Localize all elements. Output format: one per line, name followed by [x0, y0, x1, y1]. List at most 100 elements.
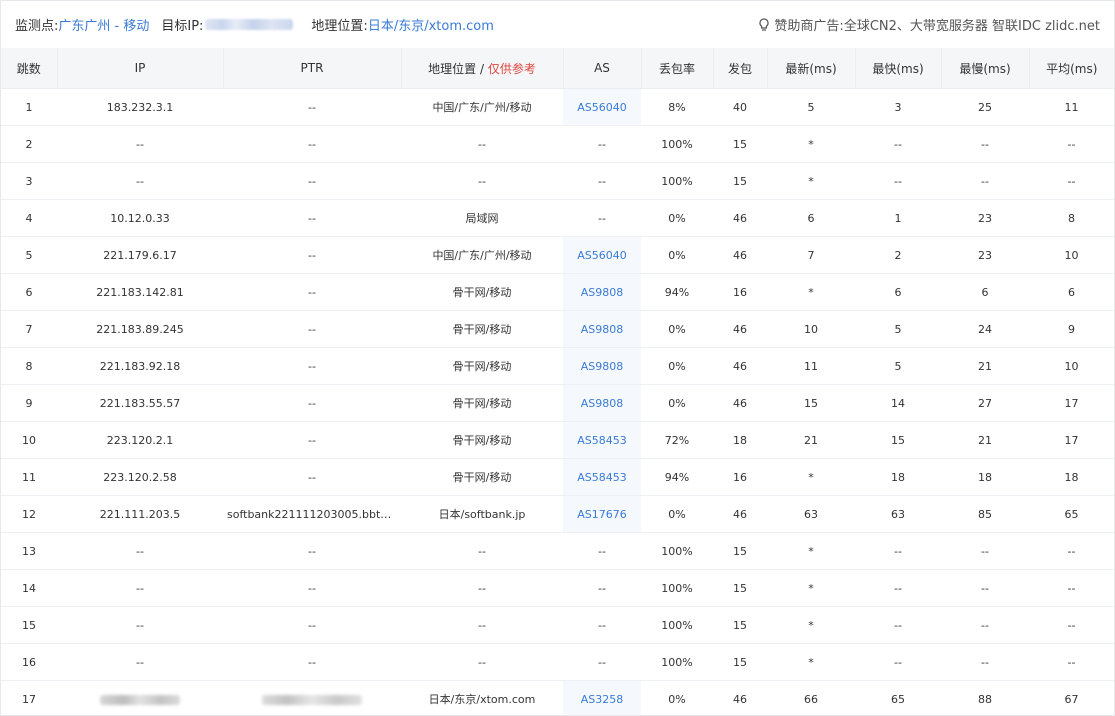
cell-loss: 100%: [641, 643, 713, 681]
cell-avg: 17: [1029, 421, 1114, 459]
cell-worst: --: [941, 125, 1029, 163]
cell-last: *: [767, 273, 855, 311]
cell-best: 14: [855, 384, 941, 422]
cell-ptr: --: [223, 347, 401, 385]
cell-ptr: --: [223, 569, 401, 607]
cell-last: *: [767, 606, 855, 644]
cell-last: 63: [767, 495, 855, 533]
cell-hop: 16: [1, 643, 57, 681]
cell-as[interactable]: AS9808: [563, 347, 641, 385]
cell-geo: 日本/softbank.jp: [401, 495, 563, 533]
table-row: 16 -- -- -- -- 100% 15 * -- -- --: [1, 643, 1114, 681]
cell-loss: 8%: [641, 88, 713, 126]
cell-ip: --: [57, 162, 223, 200]
cell-ptr: --: [223, 310, 401, 348]
cell-as: --: [563, 125, 641, 163]
cell-last: *: [767, 125, 855, 163]
sponsor-ad[interactable]: 赞助商广告: 全球CN2、大带宽服务器 智联IDC zlidc.net: [758, 15, 1100, 34]
cell-as[interactable]: AS3258: [563, 680, 641, 715]
cell-avg: 11: [1029, 88, 1114, 126]
cell-loss: 100%: [641, 162, 713, 200]
cell-as[interactable]: AS9808: [563, 310, 641, 348]
cell-worst: 88: [941, 680, 1029, 715]
cell-loss: 0%: [641, 495, 713, 533]
sponsor-text[interactable]: 全球CN2、大带宽服务器 智联IDC zlidc.net: [844, 15, 1100, 34]
cell-loss: 0%: [641, 310, 713, 348]
cell-worst: 6: [941, 273, 1029, 311]
cell-as[interactable]: AS9808: [563, 384, 641, 422]
cell-as: --: [563, 162, 641, 200]
cell-as[interactable]: AS56040: [563, 88, 641, 126]
cell-loss: 100%: [641, 532, 713, 570]
cell-sent: 16: [713, 273, 767, 311]
cell-best: --: [855, 125, 941, 163]
cell-sent: 46: [713, 495, 767, 533]
cell-sent: 40: [713, 88, 767, 126]
cell-ptr: softbank221111203005.bbtec...: [223, 495, 401, 533]
cell-avg: --: [1029, 162, 1114, 200]
monitor-label: 监测点:: [15, 19, 59, 34]
cell-ptr: --: [223, 384, 401, 422]
cell-loss: 100%: [641, 125, 713, 163]
table-row: 17 日本/东京/xtom.com AS3258 0% 46 66 65 88 67: [1, 680, 1114, 715]
cell-as[interactable]: AS58453: [563, 421, 641, 459]
monitor-value[interactable]: 广东广州 - 移动: [58, 15, 149, 34]
cell-loss: 100%: [641, 606, 713, 644]
cell-last: 5: [767, 88, 855, 126]
table-row: 5 221.179.6.17 -- 中国/广东/广州/移动 AS56040 0% 46 7 2 2…: [1, 236, 1114, 274]
cell-ip: --: [57, 643, 223, 681]
cell-worst: --: [941, 606, 1029, 644]
cell-hop: 2: [1, 125, 57, 163]
lightbulb-icon: [758, 17, 770, 32]
cell-ip: --: [57, 569, 223, 607]
col-geo-label: 地理位置 /: [428, 61, 488, 76]
cell-worst: 21: [941, 421, 1029, 459]
cell-as: --: [563, 199, 641, 237]
cell-best: 18: [855, 458, 941, 496]
cell-sent: 15: [713, 162, 767, 200]
col-ip: IP: [57, 48, 224, 89]
cell-geo: --: [401, 643, 563, 681]
cell-avg: 10: [1029, 236, 1114, 274]
cell-as[interactable]: AS17676: [563, 495, 641, 533]
cell-worst: 21: [941, 347, 1029, 385]
cell-best: --: [855, 532, 941, 570]
cell-as[interactable]: AS9808: [563, 273, 641, 311]
cell-ip: 223.120.2.58: [57, 458, 223, 496]
cell-loss: 100%: [641, 569, 713, 607]
cell-last: 6: [767, 199, 855, 237]
cell-worst: 85: [941, 495, 1029, 533]
cell-avg: 10: [1029, 347, 1114, 385]
table-row: 15 -- -- -- -- 100% 15 * -- -- --: [1, 606, 1114, 644]
col-hop: 跳数: [1, 48, 58, 89]
info-left: 监测点: 广东广州 - 移动 目标IP: 地理位置: 日本/东京/xtom.co…: [15, 15, 494, 34]
cell-hop: 5: [1, 236, 57, 274]
cell-avg: 6: [1029, 273, 1114, 311]
cell-as[interactable]: AS58453: [563, 458, 641, 496]
cell-hop: 17: [1, 680, 57, 715]
cell-worst: --: [941, 162, 1029, 200]
cell-ptr: [223, 680, 401, 715]
col-geo-note: 仅供参考: [487, 61, 536, 76]
traceroute-table: 跳数 IP PTR 地理位置 / 仅供参考 AS 丢包率 发包 最新(ms) 最…: [1, 48, 1114, 715]
cell-last: *: [767, 162, 855, 200]
cell-ip: 221.183.142.81: [57, 273, 223, 311]
cell-loss: 0%: [641, 236, 713, 274]
cell-sent: 46: [713, 199, 767, 237]
cell-avg: --: [1029, 606, 1114, 644]
cell-sent: 46: [713, 384, 767, 422]
cell-as: --: [563, 532, 641, 570]
table-row: 4 10.12.0.33 -- 局域网 -- 0% 46 6 1 23 8: [1, 199, 1114, 237]
cell-sent: 46: [713, 236, 767, 274]
cell-loss: 0%: [641, 680, 713, 715]
cell-loss: 0%: [641, 384, 713, 422]
cell-worst: 23: [941, 236, 1029, 274]
cell-ip: 221.111.203.5: [57, 495, 223, 533]
cell-ip: 10.12.0.33: [57, 199, 223, 237]
cell-hop: 12: [1, 495, 57, 533]
col-best: 最快(ms): [855, 48, 942, 89]
cell-sent: 46: [713, 347, 767, 385]
cell-as[interactable]: AS56040: [563, 236, 641, 274]
cell-sent: 16: [713, 458, 767, 496]
cell-ip: --: [57, 532, 223, 570]
